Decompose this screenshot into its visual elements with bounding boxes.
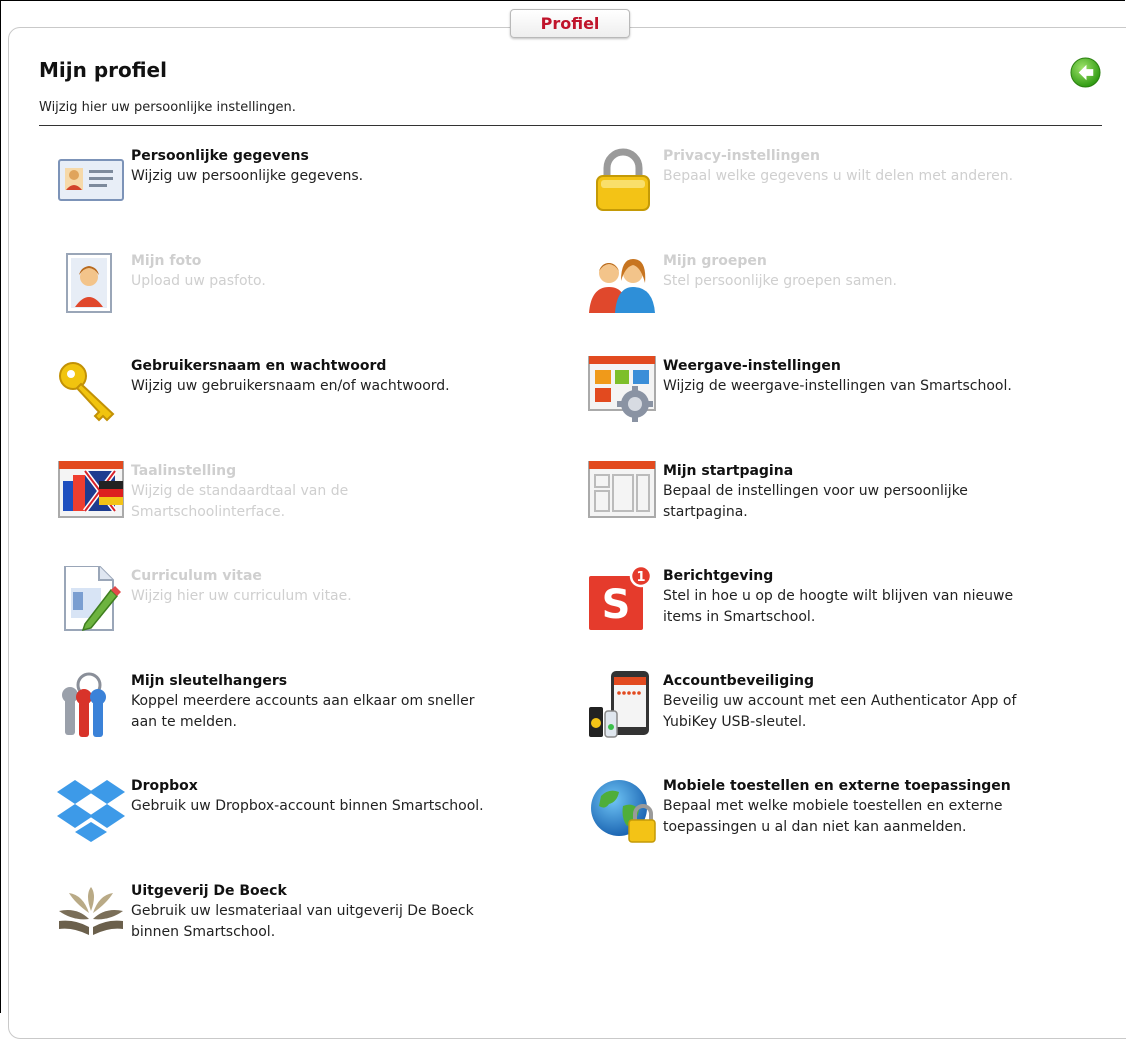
globe-lock-icon — [587, 776, 659, 848]
item-weergave-instellingen[interactable]: Weergave-instellingen Wijzig de weergave… — [587, 356, 1027, 446]
item-title: Gebruikersnaam en wachtwoord — [131, 358, 387, 374]
item-description: Bepaal de instellingen voor uw persoonli… — [663, 483, 968, 499]
item-description-cont: items in Smartschool. — [663, 609, 816, 625]
item-title: Dropbox — [131, 778, 198, 794]
item-dropbox[interactable]: Dropbox Gebruik uw Dropbox-account binne… — [55, 776, 495, 866]
item-description-cont: toepassingen u al dan niet kan aanmelden… — [663, 819, 967, 835]
tab-profiel[interactable]: Profiel — [510, 9, 630, 38]
item-description: Wijzig de standaardtaal van de — [131, 483, 349, 499]
item-gebruikersnaam-wachtwoord[interactable]: Gebruikersnaam en wachtwoord Wijzig uw g… — [55, 356, 495, 446]
item-description: Wijzig uw gebruikersnaam en/of wachtwoor… — [131, 378, 450, 394]
item-title: Persoonlijke gegevens — [131, 148, 309, 164]
padlock-icon — [587, 146, 659, 218]
de-boeck-logo-icon — [55, 881, 127, 953]
item-persoonlijke-gegevens[interactable]: Persoonlijke gegevens Wijzig uw persoonl… — [55, 146, 495, 236]
item-description: Gebruik uw Dropbox-account binnen Smarts… — [131, 798, 484, 814]
page-title: Mijn profiel — [39, 58, 167, 82]
item-title: Mijn foto — [131, 253, 202, 269]
item-description: Stel in hoe u op de hoogte wilt blijven … — [663, 588, 1014, 604]
item-mijn-groepen: Mijn groepen Stel persoonlijke groepen s… — [587, 251, 1027, 341]
item-mijn-sleutelhangers[interactable]: Mijn sleutelhangers Koppel meerdere acco… — [55, 671, 495, 761]
item-curriculum-vitae: Curriculum vitae Wijzig hier uw curricul… — [55, 566, 495, 656]
item-description-cont: aan te melden. — [131, 714, 237, 730]
item-description-cont: binnen Smartschool. — [131, 924, 276, 940]
phone-usb-key-icon — [587, 671, 659, 743]
item-description: Bepaal met welke mobiele toestellen en e… — [663, 798, 1003, 814]
item-description: Gebruik uw lesmateriaal van uitgeverij D… — [131, 903, 474, 919]
item-berichtgeving[interactable]: S 1 Berichtgeving Stel in hoe u op de ho… — [587, 566, 1027, 656]
id-card-icon — [55, 146, 127, 218]
item-mobiele-toestellen[interactable]: Mobiele toestellen en externe toepassing… — [587, 776, 1027, 866]
back-arrow-icon[interactable] — [1070, 57, 1101, 88]
item-description-cont: startpagina. — [663, 504, 748, 520]
item-title: Weergave-instellingen — [663, 358, 841, 374]
item-description: Stel persoonlijke groepen samen. — [663, 273, 898, 289]
smartschool-notification-icon: S 1 — [587, 566, 659, 638]
flags-language-icon — [55, 461, 127, 533]
item-taalinstelling: Taalinstelling Wijzig de standaardtaal v… — [55, 461, 495, 551]
item-title: Privacy-instellingen — [663, 148, 820, 164]
item-accountbeveiliging[interactable]: Accountbeveiliging Beveilig uw account m… — [587, 671, 1027, 761]
item-title: Mobiele toestellen en externe toepassing… — [663, 778, 1011, 794]
item-title: Accountbeveiliging — [663, 673, 815, 689]
item-description: Bepaal welke gegevens u wilt delen met a… — [663, 168, 1014, 184]
keyring-icon — [55, 671, 127, 743]
item-title: Taalinstelling — [131, 463, 237, 479]
document-pencil-icon — [55, 566, 127, 638]
dropbox-icon — [55, 776, 127, 848]
item-title: Uitgeverij De Boeck — [131, 883, 287, 899]
item-title: Mijn sleutelhangers — [131, 673, 288, 689]
item-description: Wijzig de weergave-instellingen van Smar… — [663, 378, 1012, 394]
item-uitgeverij-de-boeck[interactable]: Uitgeverij De Boeck Gebruik uw lesmateri… — [55, 881, 495, 971]
item-description: Wijzig uw persoonlijke gegevens. — [131, 168, 364, 184]
item-title: Mijn startpagina — [663, 463, 794, 479]
item-description: Koppel meerdere accounts aan elkaar om s… — [131, 693, 475, 709]
divider — [39, 125, 1102, 126]
svg-text:S: S — [602, 582, 631, 628]
photo-portrait-icon — [55, 251, 127, 323]
item-title: Mijn groepen — [663, 253, 767, 269]
item-description-cont: Smartschoolinterface. — [131, 504, 286, 520]
startpage-layout-icon — [587, 461, 659, 533]
item-description-cont: YubiKey USB-sleutel. — [663, 714, 807, 730]
display-settings-gear-icon — [587, 356, 659, 428]
item-privacy-instellingen: Privacy-instellingen Bepaal welke gegeve… — [587, 146, 1027, 236]
key-icon — [55, 356, 127, 428]
notification-badge: 1 — [636, 570, 645, 585]
item-description: Wijzig hier uw curriculum vitae. — [131, 588, 352, 604]
item-title: Berichtgeving — [663, 568, 774, 584]
item-description: Beveilig uw account met een Authenticato… — [663, 693, 1017, 709]
group-people-icon — [587, 251, 659, 323]
item-mijn-startpagina[interactable]: Mijn startpagina Bepaal de instellingen … — [587, 461, 1027, 551]
page-subtitle: Wijzig hier uw persoonlijke instellingen… — [39, 100, 296, 115]
item-mijn-foto: Mijn foto Upload uw pasfoto. — [55, 251, 495, 341]
item-title: Curriculum vitae — [131, 568, 262, 584]
item-description: Upload uw pasfoto. — [131, 273, 266, 289]
